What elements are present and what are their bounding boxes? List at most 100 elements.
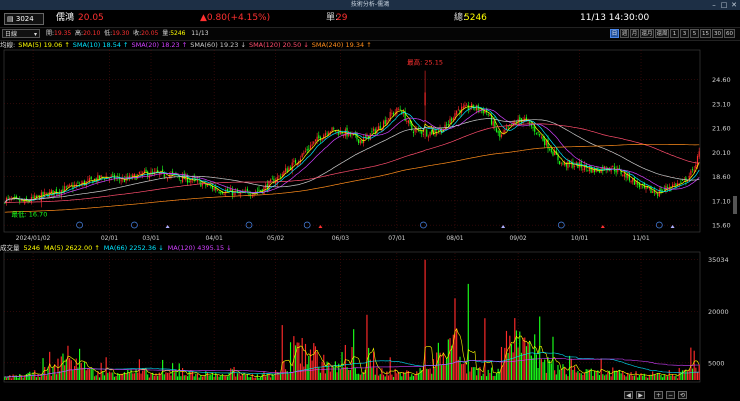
volume-bar [507, 352, 509, 380]
volume-bar [341, 352, 343, 380]
volume-bar [574, 366, 576, 380]
candle-body [657, 194, 659, 196]
price-tick-label: 24.60 [712, 76, 731, 84]
volume-bar [368, 347, 370, 380]
volume-bar [135, 369, 137, 380]
candle-body [220, 191, 222, 194]
volume-bar [193, 376, 195, 380]
candle-body [680, 181, 682, 183]
volume-bar [695, 367, 697, 380]
volume-bar [213, 377, 215, 380]
volume-bar [233, 366, 235, 380]
candle-body [681, 180, 684, 181]
candle-body [333, 128, 335, 130]
volume-bar [308, 355, 310, 380]
volume-bar [414, 374, 416, 380]
volume-bar [160, 373, 162, 380]
volume-bar [324, 373, 327, 380]
volume-bar [685, 369, 687, 380]
volume-bar [514, 318, 516, 380]
volume-bar [406, 370, 408, 380]
volume-bar [353, 329, 355, 380]
candle-body [461, 106, 463, 113]
volume-bar [39, 377, 41, 380]
volume-bar [459, 356, 461, 380]
price-volume-chart[interactable]: 24.60 23.10 21.60 20.10 18.60 17.10 15.60 2024/… [0, 0, 740, 389]
price-tick-label: 23.10 [712, 100, 731, 108]
candle-body [612, 165, 614, 168]
candle-body [476, 105, 478, 111]
scroll-left-button[interactable]: ◀ [624, 391, 633, 399]
candle-body [412, 131, 415, 134]
scroll-right-button[interactable]: ▶ [636, 391, 645, 399]
volume-bar [356, 373, 358, 380]
volume-bar [93, 376, 96, 380]
candle-body [407, 120, 410, 123]
candle-body [628, 174, 630, 181]
volume-bar [537, 368, 539, 380]
candle-body [638, 183, 640, 188]
candle-body [270, 179, 272, 182]
volume-bar [612, 367, 614, 380]
candle-body [231, 189, 233, 196]
candle-body [65, 186, 67, 188]
volume-bar [57, 358, 59, 380]
volume-bar [253, 377, 255, 380]
candle-body [660, 188, 662, 193]
volume-bar [585, 369, 587, 380]
volume-bar [578, 372, 581, 380]
volume-bar [343, 367, 345, 380]
volume-bar [527, 343, 529, 380]
volume-tick-label: 5000 [708, 359, 725, 367]
volume-bar [147, 374, 149, 380]
volume-bar [112, 372, 114, 380]
volume-bar [545, 372, 547, 380]
candle-body [422, 134, 425, 135]
candle-body [505, 127, 508, 130]
volume-bar [128, 372, 130, 380]
volume-bar [557, 364, 559, 380]
volume-bar [260, 377, 262, 380]
candle-body [42, 192, 44, 196]
candle-body [45, 192, 47, 194]
volume-bar [532, 357, 534, 380]
volume-bar [163, 374, 165, 380]
volume-bar [622, 371, 624, 380]
candle-body [497, 131, 499, 133]
volume-bar [462, 363, 464, 380]
date-tick-label: 09/02 [509, 235, 526, 242]
candle-body [630, 181, 632, 183]
volume-bar [137, 372, 139, 380]
price-tick-label: 21.60 [712, 125, 731, 133]
volume-bar [125, 373, 127, 380]
zoom-in-button[interactable]: + [654, 391, 663, 399]
volume-bar [74, 366, 76, 380]
candle-body [550, 148, 552, 152]
volume-bar [279, 374, 282, 380]
candle-body [695, 164, 697, 169]
volume-bar [148, 377, 150, 380]
volume-bar [376, 367, 378, 380]
volume-bar [225, 375, 227, 380]
volume-bar [570, 359, 572, 380]
volume-bar [299, 363, 302, 380]
candle-body [286, 168, 288, 173]
volume-bar [464, 362, 466, 380]
ma-line-sma60 [4, 118, 700, 204]
zoom-out-button[interactable]: − [666, 391, 675, 399]
volume-bar [235, 376, 237, 380]
volume-bar [540, 358, 542, 380]
volume-bar [321, 361, 323, 380]
volume-bar [95, 375, 97, 380]
reset-button[interactable]: ⟲ [678, 391, 687, 399]
volume-bar [534, 334, 536, 380]
volume-bar [504, 347, 506, 380]
volume-bar [103, 375, 106, 380]
candle-body [447, 124, 449, 125]
volume-bar [208, 375, 210, 380]
candle-body [406, 121, 408, 122]
volume-bar [567, 376, 569, 380]
volume-bar [416, 371, 418, 380]
volume-bar [175, 371, 177, 380]
price-tick-label: 17.10 [712, 197, 731, 205]
